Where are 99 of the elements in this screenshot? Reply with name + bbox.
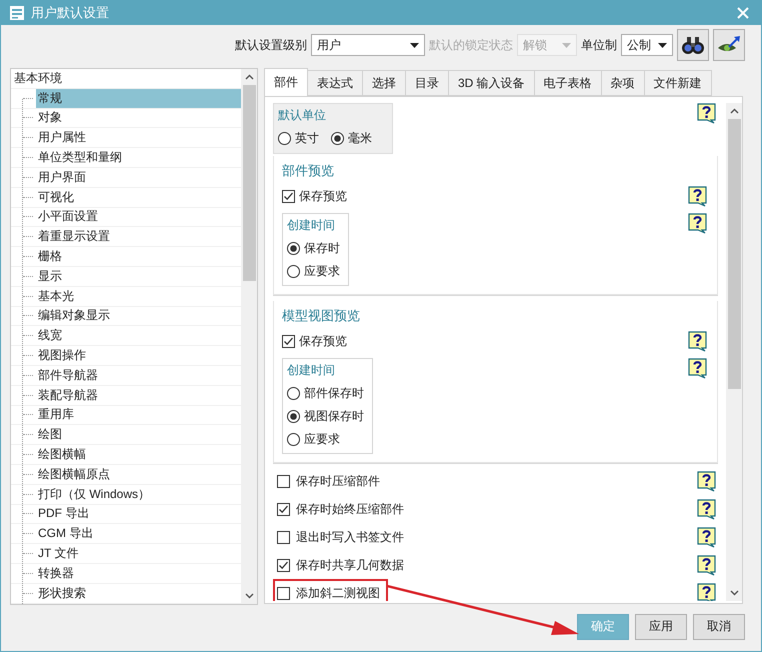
tab[interactable]: 表达式	[307, 70, 363, 96]
option-label: 视图保存时	[304, 408, 364, 425]
scroll-down-icon[interactable]	[244, 593, 254, 599]
group-title: 创建时间	[287, 362, 336, 379]
tree-item[interactable]: 绘图横幅原点	[36, 464, 241, 484]
checkbox-label: 保存预览	[299, 188, 347, 205]
checkbox-label: 保存预览	[299, 333, 347, 350]
tree-item[interactable]: 绘图	[36, 425, 241, 444]
tree-item[interactable]: 形状搜索	[36, 584, 241, 603]
checkbox-label: 添加斜二测视图	[296, 584, 380, 601]
tab[interactable]: 电子表格	[534, 70, 602, 96]
help-icon[interactable]	[688, 358, 707, 379]
tree-item[interactable]: 小平面设置	[36, 208, 241, 226]
option-label: 应要求	[304, 263, 340, 280]
checkbox-label: 保存时压缩部件	[296, 472, 380, 490]
radio-button[interactable]	[287, 433, 300, 446]
tree-item[interactable]: 着重显示设置	[36, 227, 241, 246]
tree-item[interactable]: 装配导航器	[36, 386, 241, 405]
checkbox[interactable]	[277, 502, 290, 516]
tab[interactable]: 杂项	[600, 70, 645, 96]
tree-item[interactable]: 显示	[36, 266, 241, 286]
scrollbar[interactable]	[726, 103, 742, 601]
tree-item[interactable]: 绘图横幅	[36, 445, 241, 464]
tree-item[interactable]: 编辑对象显示	[36, 306, 241, 326]
tree-item[interactable]: JT 文件	[36, 544, 241, 563]
section-title: 部件预览	[282, 162, 335, 180]
level-dropdown[interactable]: 用户	[311, 34, 425, 56]
unit-dropdown[interactable]: 公制	[621, 34, 673, 56]
checkbox[interactable]	[282, 335, 295, 348]
radio-button[interactable]	[331, 132, 344, 145]
radio-button[interactable]	[287, 387, 300, 400]
group-title: 创建时间	[287, 217, 336, 234]
tree-item[interactable]: 线宽	[36, 326, 241, 346]
checkbox-label: 退出时写入书签文件	[296, 528, 404, 546]
tab[interactable]: 文件新建	[644, 70, 712, 96]
tree-item[interactable]: 栅格	[36, 247, 241, 266]
tree-item[interactable]: 部件导航器	[36, 366, 241, 385]
radio-button[interactable]	[287, 242, 300, 255]
window-title: 用户默认设置	[31, 4, 110, 22]
caret-icon	[658, 42, 667, 48]
tree-item[interactable]: 转换器	[36, 564, 241, 583]
help-icon[interactable]	[697, 554, 716, 576]
scrollbar[interactable]	[241, 69, 257, 604]
tab[interactable]: 选择	[362, 70, 406, 96]
help-icon[interactable]	[697, 103, 716, 124]
tab[interactable]: 3D 输入设备	[448, 70, 535, 96]
tab[interactable]: 部件	[264, 68, 308, 96]
lock-label: 默认的锁定状态	[429, 36, 513, 54]
checkbox[interactable]	[277, 586, 290, 600]
caret-icon	[562, 42, 571, 48]
option-label: 保存时	[304, 240, 340, 257]
group-title: 默认单位	[278, 107, 327, 124]
checkbox[interactable]	[277, 558, 290, 572]
radio-button[interactable]	[287, 410, 300, 423]
level-label: 默认设置级别	[235, 36, 307, 54]
app-icon	[9, 5, 25, 21]
unit-label: 单位制	[581, 36, 617, 54]
option-label: 毫米	[348, 130, 372, 147]
checkbox[interactable]	[277, 474, 290, 488]
tree-item[interactable]: 基本环境	[11, 70, 62, 87]
checkbox-label: 保存时共享几何数据	[296, 556, 404, 574]
tree-item[interactable]: 打印（仅 Windows）	[36, 484, 241, 504]
tree-item[interactable]: 可视化	[36, 188, 241, 207]
radio-button[interactable]	[278, 132, 291, 145]
help-icon[interactable]	[688, 213, 707, 234]
caret-icon	[410, 42, 419, 48]
dialog-button[interactable]: 应用	[635, 614, 687, 640]
scroll-down-icon[interactable]	[730, 590, 738, 596]
tab[interactable]: 目录	[405, 70, 449, 96]
help-icon[interactable]	[688, 186, 707, 207]
tree-item[interactable]: 常规	[36, 88, 241, 108]
tree-item[interactable]: 用户界面	[36, 168, 241, 187]
help-icon[interactable]	[697, 582, 716, 601]
tree-item[interactable]: CGM 导出	[36, 524, 241, 544]
binoculars-button[interactable]	[677, 29, 709, 61]
help-icon[interactable]	[697, 470, 716, 492]
dialog-button[interactable]: 取消	[693, 614, 745, 640]
tree-item[interactable]: 基本光	[36, 286, 241, 306]
option-label: 应要求	[304, 431, 340, 448]
option-label: 英寸	[295, 130, 319, 147]
tree-item[interactable]: 单位类型和量纲	[36, 148, 241, 167]
checkbox[interactable]	[277, 530, 290, 544]
tree-item[interactable]: 用户属性	[36, 128, 241, 148]
help-icon[interactable]	[688, 331, 707, 352]
scroll-up-icon[interactable]	[244, 74, 254, 80]
tree-item[interactable]: PDF 导出	[36, 504, 241, 524]
binoculars-icon	[681, 35, 705, 55]
section-title: 模型视图预览	[282, 307, 361, 325]
scroll-up-icon[interactable]	[730, 108, 738, 114]
checkbox[interactable]	[282, 190, 295, 203]
radio-button[interactable]	[287, 265, 300, 278]
checkbox-label: 保存时始终压缩部件	[296, 500, 404, 518]
help-icon[interactable]	[697, 498, 716, 520]
eye-arrow-button[interactable]	[713, 29, 745, 61]
tree-item[interactable]: 重用库	[36, 406, 241, 424]
option-label: 部件保存时	[304, 385, 364, 402]
help-icon[interactable]	[697, 526, 716, 548]
tree-item[interactable]: 视图操作	[36, 346, 241, 365]
tree-item[interactable]: 对象	[36, 108, 241, 128]
